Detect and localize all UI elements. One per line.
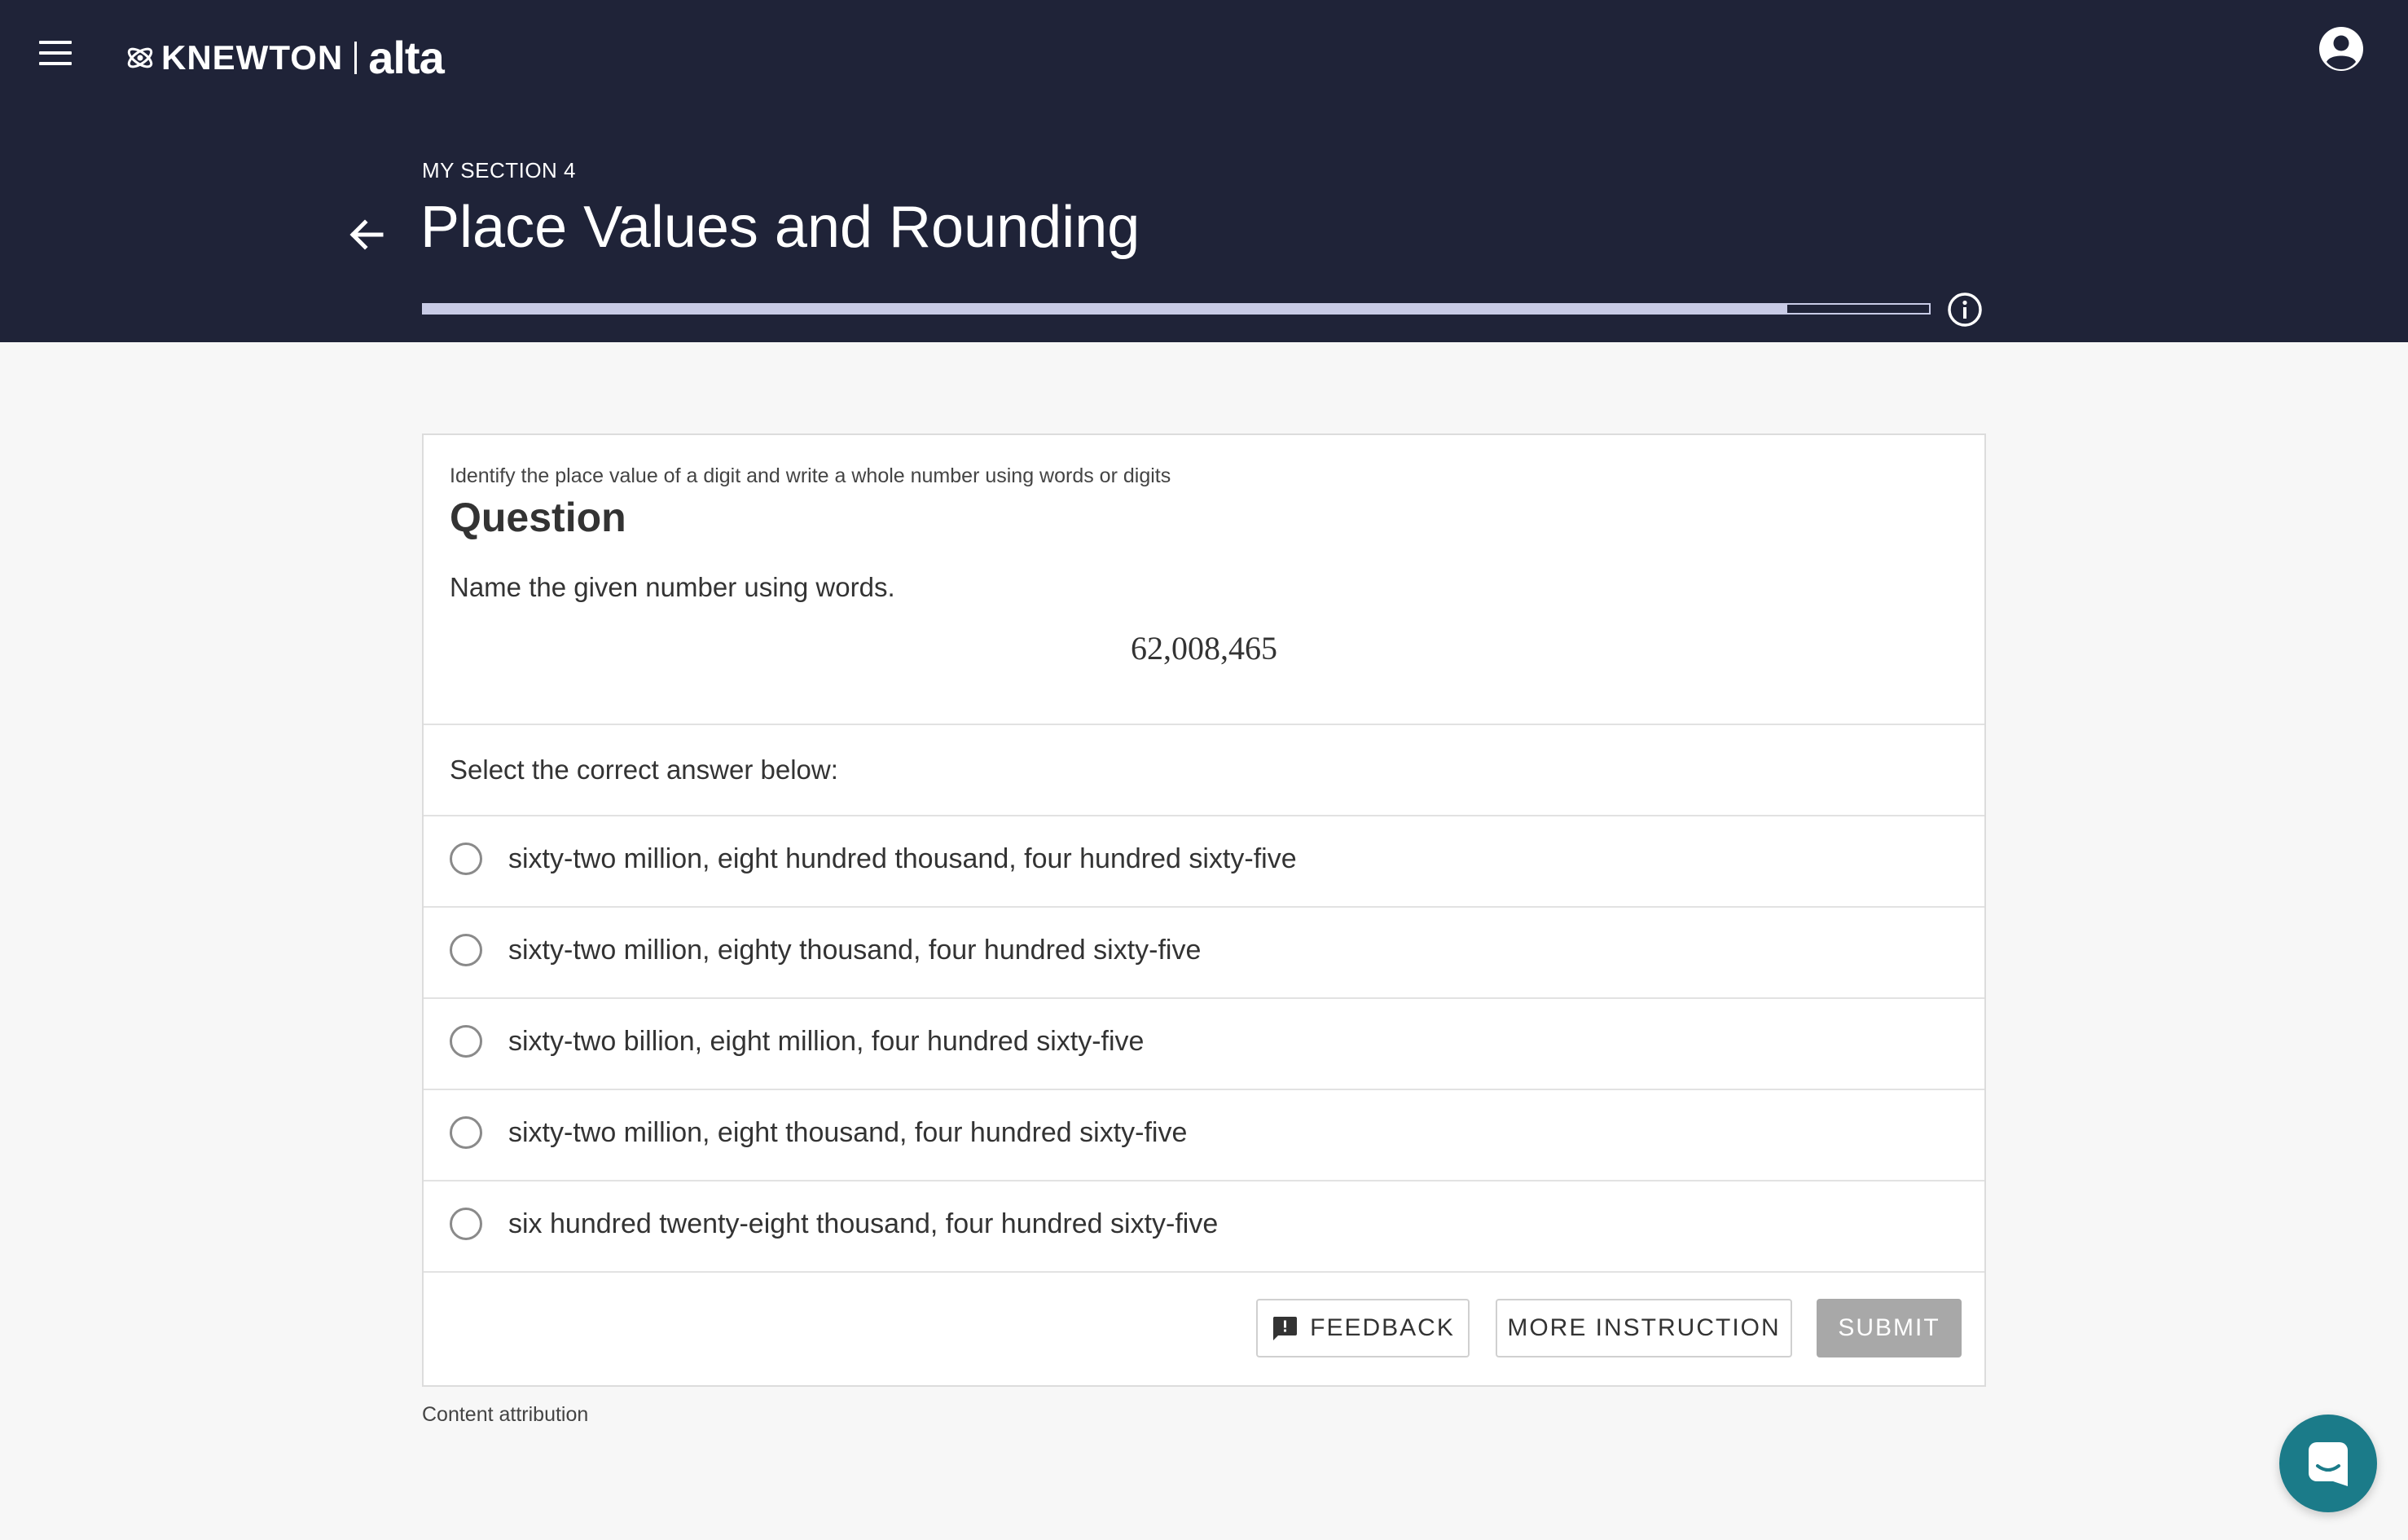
radio-icon[interactable]: [450, 1208, 482, 1240]
brand-divider: [354, 41, 358, 74]
brand-product: alta: [368, 32, 444, 83]
brand-name: KNEWTON: [161, 37, 344, 77]
answer-option[interactable]: sixty-two billion, eight million, four h…: [424, 997, 1984, 1087]
knewton-logo-icon: [127, 47, 153, 68]
top-header: KNEWTON alta MY SECTION 4 Place Values a…: [0, 0, 2408, 342]
chat-icon: [2309, 1442, 2348, 1486]
answer-option-label: six hundred twenty-eight thousand, four …: [508, 1208, 1219, 1239]
action-bar: FEEDBACK MORE INSTRUCTION SUBMIT: [424, 1271, 1984, 1385]
section-label[interactable]: MY SECTION 4: [422, 158, 576, 183]
feedback-button-label: FEEDBACK: [1310, 1314, 1455, 1341]
chat-button[interactable]: [2279, 1415, 2377, 1512]
radio-icon[interactable]: [450, 1116, 482, 1149]
question-prompt: Name the given number using words.: [450, 572, 895, 602]
answer-option-label: sixty-two million, eighty thousand, four…: [508, 935, 1202, 966]
question-heading: Question: [450, 495, 626, 540]
progress-fill: [424, 305, 1788, 313]
menu-icon[interactable]: [39, 41, 72, 65]
answer-option-label: sixty-two million, eight hundred thousan…: [508, 843, 1297, 874]
radio-icon[interactable]: [450, 1025, 482, 1058]
divider: [424, 724, 1984, 725]
page-title: Place Values and Rounding: [420, 195, 1140, 260]
feedback-icon: [1273, 1317, 1298, 1340]
submit-button[interactable]: SUBMIT: [1817, 1299, 1962, 1357]
back-arrow-icon[interactable]: [345, 213, 388, 256]
more-instruction-label: MORE INSTRUCTION: [1507, 1314, 1781, 1341]
answer-option[interactable]: sixty-two million, eighty thousand, four…: [424, 906, 1984, 996]
answer-option-label: sixty-two million, eight thousand, four …: [508, 1117, 1188, 1148]
radio-icon[interactable]: [450, 934, 482, 966]
info-icon[interactable]: [1947, 292, 1983, 328]
question-number: 62,008,465: [1131, 630, 1277, 667]
question-card: Identify the place value of a digit and …: [422, 433, 1986, 1387]
answer-option[interactable]: six hundred twenty-eight thousand, four …: [424, 1180, 1984, 1269]
more-instruction-button[interactable]: MORE INSTRUCTION: [1496, 1299, 1792, 1357]
learning-objective: Identify the place value of a digit and …: [450, 464, 1171, 487]
content-attribution-link[interactable]: Content attribution: [422, 1403, 588, 1427]
select-answer-label: Select the correct answer below:: [450, 755, 838, 785]
submit-button-label: SUBMIT: [1838, 1314, 1940, 1341]
answer-option[interactable]: sixty-two million, eight thousand, four …: [424, 1089, 1984, 1178]
feedback-button[interactable]: FEEDBACK: [1256, 1299, 1470, 1357]
app-logo[interactable]: KNEWTON alta: [124, 31, 445, 84]
progress-bar: [422, 303, 1931, 315]
account-icon[interactable]: [2318, 26, 2364, 72]
radio-icon[interactable]: [450, 843, 482, 875]
answer-option[interactable]: sixty-two million, eight hundred thousan…: [424, 815, 1984, 904]
answer-option-label: sixty-two billion, eight million, four h…: [508, 1026, 1145, 1057]
